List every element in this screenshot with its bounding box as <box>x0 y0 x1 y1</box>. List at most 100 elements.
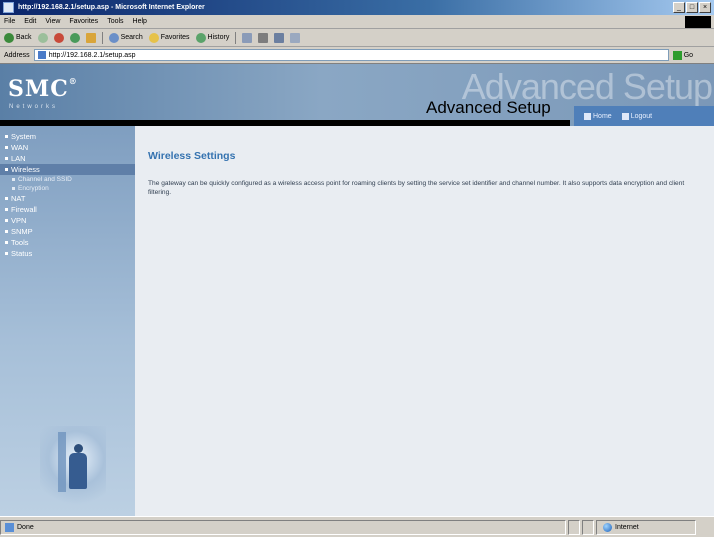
logo-text: SMC <box>8 76 69 102</box>
bullet-icon <box>12 187 15 190</box>
home-browser-button[interactable] <box>85 32 96 43</box>
logo-registered-mark: ® <box>68 76 78 86</box>
menu-edit[interactable]: Edit <box>24 18 36 25</box>
sidebar-item-label: Tools <box>11 238 29 247</box>
go-label: Go <box>683 51 694 59</box>
history-button[interactable]: History <box>195 32 230 43</box>
sidebar-item-label: Firewall <box>11 205 37 214</box>
page-icon <box>37 51 46 59</box>
edit-button[interactable] <box>274 32 285 43</box>
favorites-label: Favorites <box>160 34 190 41</box>
menu-file[interactable]: File <box>4 18 15 25</box>
bullet-icon <box>5 252 8 255</box>
menu-view[interactable]: View <box>45 18 60 25</box>
sidebar-item-tools[interactable]: Tools <box>0 237 135 248</box>
menu-help[interactable]: Help <box>133 18 147 25</box>
bullet-icon <box>12 178 15 181</box>
bullet-icon <box>5 197 8 200</box>
section-description: The gateway can be quickly configured as… <box>148 180 685 196</box>
bullet-icon <box>5 241 8 244</box>
print-button[interactable] <box>258 32 269 43</box>
window-title: http://192.168.2.1/setup.asp - Microsoft… <box>18 4 205 11</box>
favorites-button[interactable]: Favorites <box>148 32 190 43</box>
sidebar-subitem-channel-ssid[interactable]: Channel and SSID <box>0 175 135 184</box>
zone-label: Internet <box>615 523 639 531</box>
sidebar-item-nat[interactable]: NAT <box>0 193 135 204</box>
minimize-button[interactable]: _ <box>673 2 685 13</box>
decorative-person-image <box>40 426 106 508</box>
back-arrow-icon <box>4 32 14 43</box>
toolbar-divider <box>235 31 237 44</box>
bullet-icon <box>5 157 8 160</box>
page-title: Advanced Setup <box>426 98 551 117</box>
security-zone: Internet <box>596 519 696 535</box>
bullet-icon <box>5 146 8 149</box>
home-icon <box>584 112 591 120</box>
status-panel <box>582 519 594 535</box>
home-link[interactable]: Home <box>584 112 612 120</box>
history-label: History <box>207 34 230 41</box>
address-input[interactable]: http://192.168.2.1/setup.asp <box>33 49 669 61</box>
mail-button[interactable] <box>242 32 253 43</box>
sidebar-item-label: LAN <box>11 154 26 163</box>
toolbar: Back Search Favorites History <box>0 29 714 47</box>
stop-icon <box>53 32 64 43</box>
search-button[interactable]: Search <box>108 32 143 43</box>
go-arrow-icon <box>672 50 682 60</box>
forward-arrow-icon <box>37 32 48 43</box>
status-text: Done <box>17 523 34 531</box>
bullet-icon <box>5 219 8 222</box>
web-page: SMC® Networks Advanced Setup Advanced Se… <box>0 64 714 516</box>
main-content: Wireless Settings The gateway can be qui… <box>148 150 708 197</box>
sidebar-item-label: NAT <box>11 194 26 203</box>
status-panel <box>568 519 580 535</box>
discuss-button[interactable] <box>290 32 301 43</box>
back-button[interactable]: Back <box>4 32 32 43</box>
sidebar-subitem-encryption[interactable]: Encryption <box>0 184 135 193</box>
sidebar-item-label: WAN <box>11 143 29 152</box>
go-button[interactable]: Go <box>672 50 694 60</box>
page-done-icon <box>5 522 14 532</box>
sidebar-item-wan[interactable]: WAN <box>0 142 135 153</box>
sidebar-item-firewall[interactable]: Firewall <box>0 204 135 215</box>
title-bar: http://192.168.2.1/setup.asp - Microsoft… <box>0 0 714 15</box>
discuss-icon <box>290 32 301 43</box>
toolbar-divider <box>101 31 103 44</box>
logout-icon <box>621 112 629 120</box>
decorative-screen <box>58 432 66 492</box>
favorites-icon <box>148 32 159 43</box>
status-bar: Done Internet <box>0 516 714 537</box>
edit-icon <box>274 32 285 43</box>
menu-bar: File Edit View Favorites Tools Help <box>0 15 714 29</box>
stop-button[interactable] <box>53 32 64 43</box>
forward-button[interactable] <box>37 32 48 43</box>
header-links: Home Logout <box>574 106 714 126</box>
close-button[interactable]: × <box>699 2 711 13</box>
sidebar-item-label: Wireless <box>11 165 40 174</box>
ie-icon <box>3 2 14 13</box>
search-label: Search <box>120 34 143 41</box>
address-url: http://192.168.2.1/setup.asp <box>48 51 136 59</box>
search-icon <box>108 32 119 43</box>
sidebar-subitem-label: Encryption <box>18 185 49 192</box>
header-banner: SMC® Networks Advanced Setup Advanced Se… <box>0 64 714 126</box>
sidebar-item-system[interactable]: System <box>0 131 135 142</box>
sidebar-item-label: VPN <box>11 216 27 225</box>
sidebar-item-snmp[interactable]: SNMP <box>0 226 135 237</box>
address-label: Address <box>4 51 30 59</box>
bullet-icon <box>5 168 8 171</box>
menu-favorites[interactable]: Favorites <box>69 18 98 25</box>
sidebar-item-lan[interactable]: LAN <box>0 153 135 164</box>
home-link-label: Home <box>593 112 612 120</box>
logout-link[interactable]: Logout <box>621 112 652 120</box>
sidebar-item-wireless[interactable]: Wireless <box>0 164 135 175</box>
refresh-icon <box>69 32 80 43</box>
maximize-button[interactable]: □ <box>686 2 698 13</box>
sidebar-item-vpn[interactable]: VPN <box>0 215 135 226</box>
history-icon <box>195 32 206 43</box>
refresh-button[interactable] <box>69 32 80 43</box>
sidebar-item-status[interactable]: Status <box>0 248 135 259</box>
sidebar-item-label: Status <box>11 249 33 258</box>
menu-tools[interactable]: Tools <box>107 18 123 25</box>
sidebar-subitem-label: Channel and SSID <box>18 176 72 183</box>
